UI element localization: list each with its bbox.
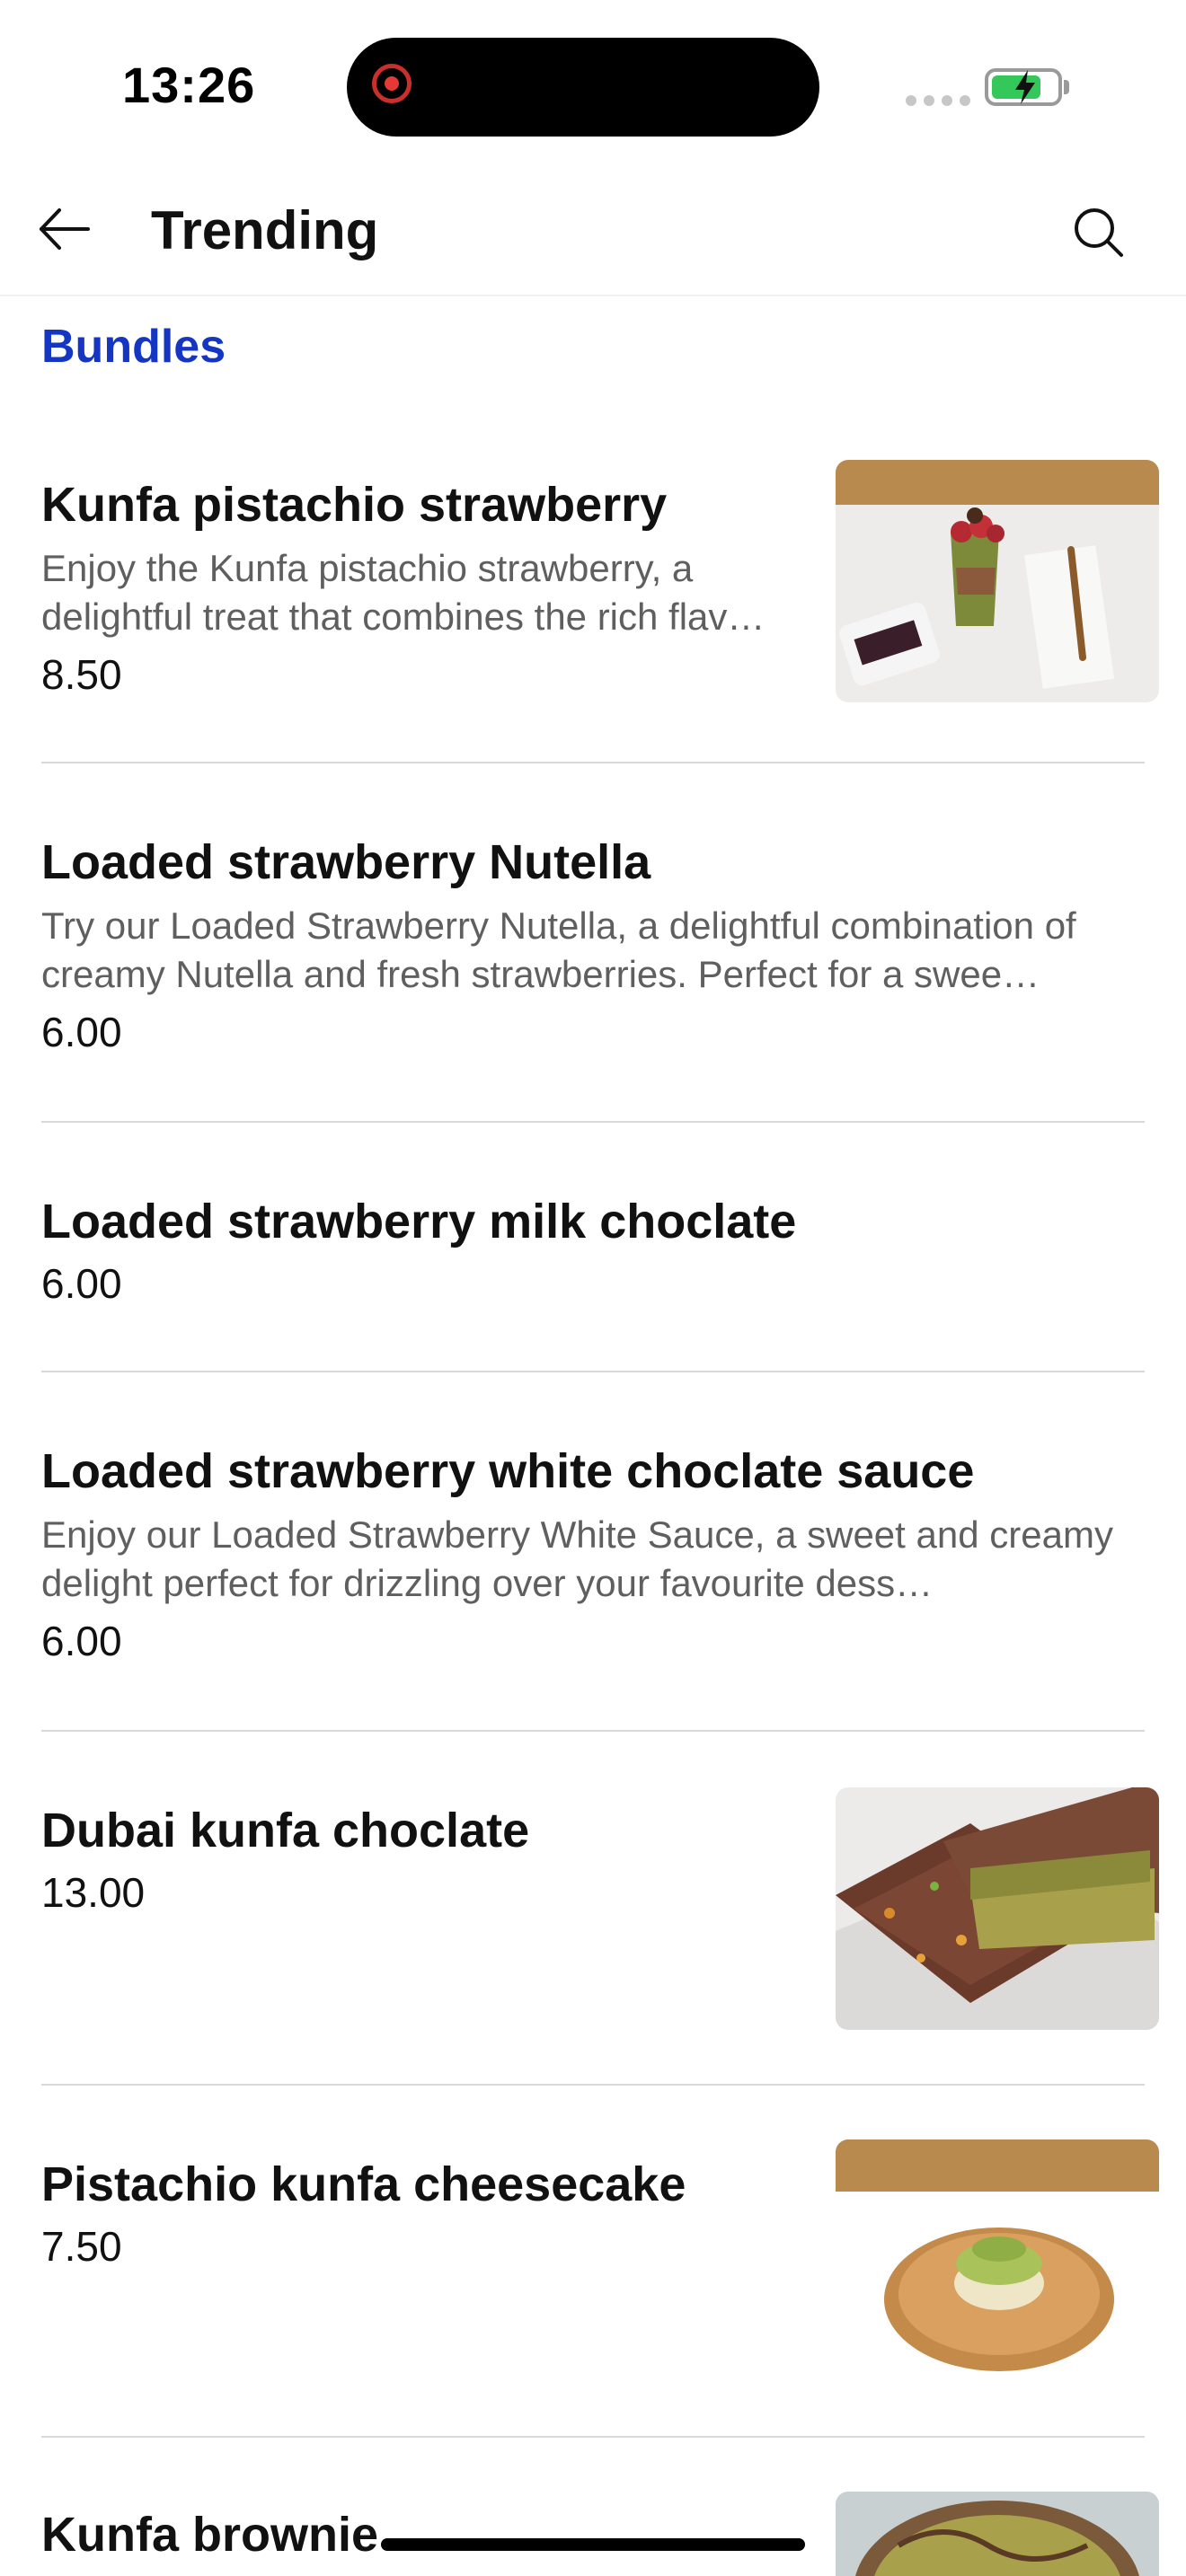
- item-price: 7.50: [41, 2223, 122, 2270]
- menu-item[interactable]: Pistachio kunfa cheesecake 7.50: [41, 2156, 823, 2274]
- divider: [41, 1121, 1145, 1123]
- item-image[interactable]: [836, 460, 1159, 702]
- item-name: Loaded strawberry milk choclate: [41, 1195, 797, 1248]
- cheesecake-image: [836, 2139, 1159, 2382]
- menu-item[interactable]: Kunfa brownie: [41, 2506, 823, 2563]
- back-button[interactable]: [32, 198, 104, 260]
- charging-bolt-icon: [1015, 70, 1035, 104]
- brownie-image: [836, 2492, 1159, 2576]
- dessert-cup-image: [836, 460, 1159, 702]
- item-name: Loaded strawberry Nutella: [41, 835, 651, 889]
- menu-item[interactable]: Kunfa pistachio strawberry Enjoy the Kun…: [41, 476, 823, 702]
- divider: [41, 762, 1145, 763]
- menu-item[interactable]: Loaded strawberry Nutella Try our Loaded…: [41, 834, 1145, 1060]
- item-description: Try our Loaded Strawberry Nutella, a del…: [41, 904, 1076, 995]
- signal-icon: [906, 95, 970, 106]
- battery-cap: [1064, 80, 1069, 94]
- status-bar: 13:26: [0, 0, 1186, 162]
- item-name: Loaded strawberry white choclate sauce: [41, 1444, 975, 1498]
- item-name: Pistachio kunfa cheesecake: [41, 2157, 686, 2211]
- item-description: Enjoy the Kunfa pistachio strawberry, a …: [41, 547, 766, 638]
- menu-item[interactable]: Loaded strawberry milk choclate 6.00: [41, 1193, 1145, 1311]
- item-description: Enjoy our Loaded Strawberry White Sauce,…: [41, 1513, 1113, 1604]
- item-name: Kunfa brownie: [41, 2508, 378, 2562]
- item-name: Dubai kunfa choclate: [41, 1804, 530, 1857]
- divider: [41, 2084, 1145, 2086]
- search-button[interactable]: [1064, 198, 1136, 269]
- item-price: 13.00: [41, 1869, 146, 1916]
- page-title: Trending: [151, 200, 379, 260]
- item-image[interactable]: [836, 2139, 1159, 2382]
- dynamic-island: [347, 38, 819, 137]
- divider: [41, 2436, 1145, 2438]
- chocolate-bar-image: [836, 1787, 1159, 2030]
- status-time: 13:26: [122, 57, 256, 113]
- search-icon: [1075, 208, 1123, 257]
- arrow-left-icon: [40, 208, 90, 250]
- home-indicator[interactable]: [381, 2538, 805, 2551]
- item-name: Kunfa pistachio strawberry: [41, 478, 668, 532]
- item-image[interactable]: [836, 1787, 1159, 2030]
- item-image[interactable]: [836, 2492, 1159, 2576]
- section-title-bundles: Bundles: [41, 321, 226, 373]
- nav-bar: Trending: [0, 162, 1186, 296]
- divider: [41, 1730, 1145, 1732]
- divider: [41, 1371, 1145, 1372]
- item-price: 6.00: [41, 1009, 122, 1055]
- item-price: 6.00: [41, 1260, 122, 1307]
- item-price: 6.00: [41, 1618, 122, 1664]
- item-price: 8.50: [41, 651, 122, 698]
- battery-icon: [985, 68, 1062, 106]
- menu-item[interactable]: Dubai kunfa choclate 13.00: [41, 1802, 823, 1920]
- menu-item[interactable]: Loaded strawberry white choclate sauce E…: [41, 1442, 1145, 1669]
- screen-recording-icon: [372, 64, 412, 103]
